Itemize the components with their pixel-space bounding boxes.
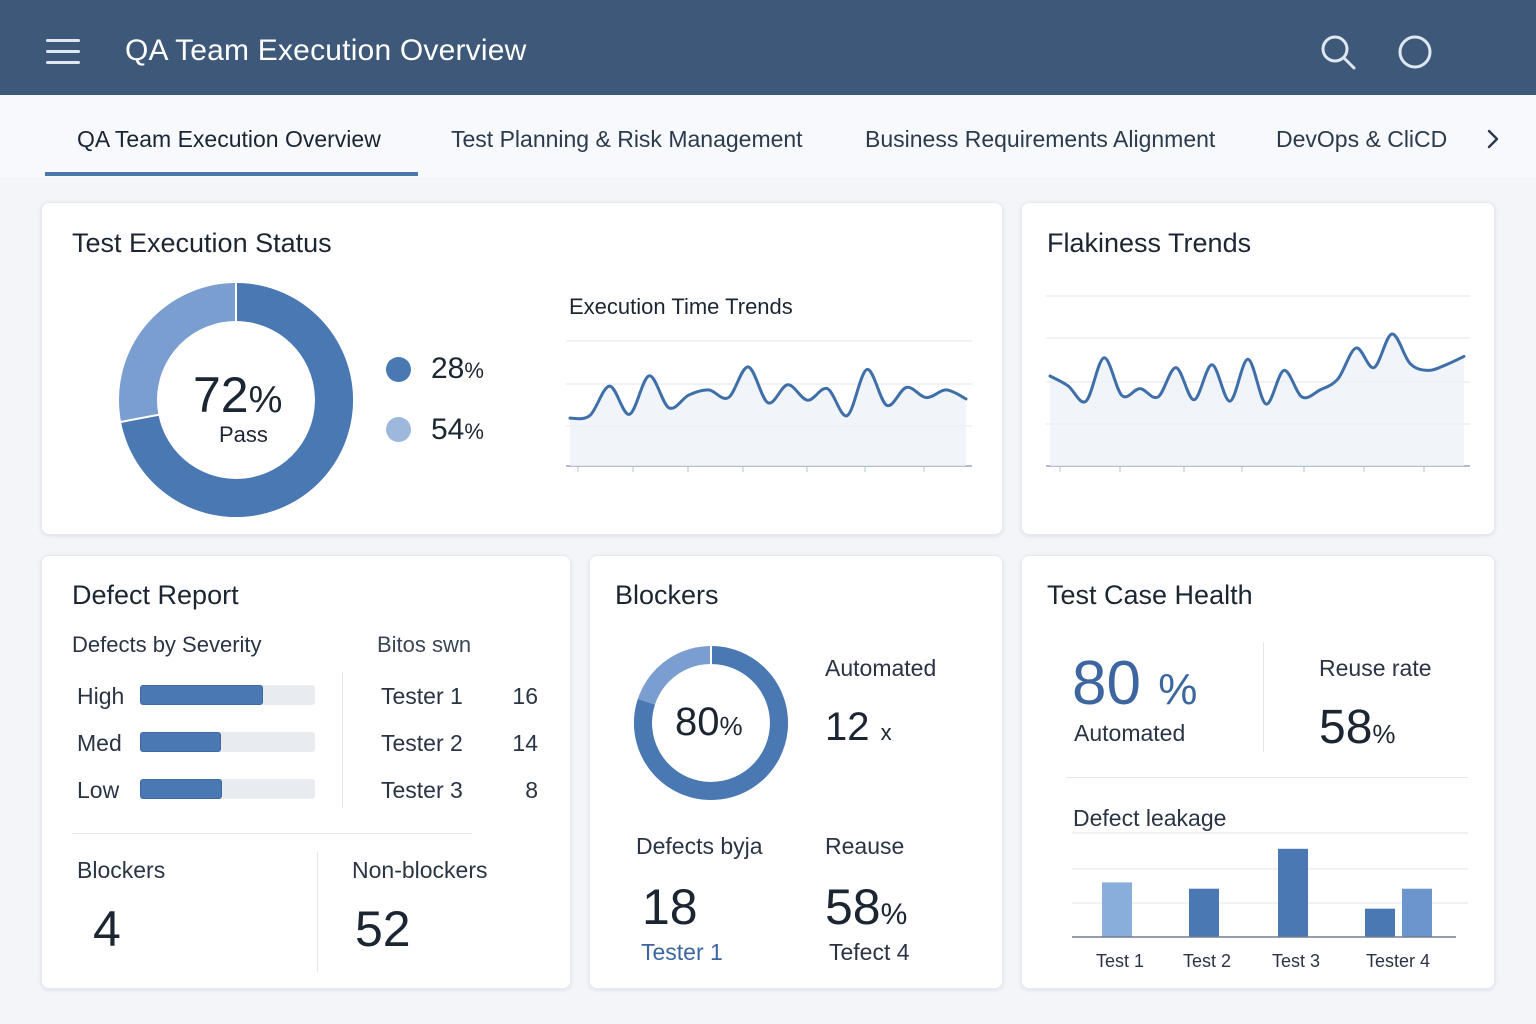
active-tab-indicator: [45, 172, 418, 176]
tester-count: 14: [512, 730, 538, 756]
severity-label: Low: [77, 777, 120, 803]
reause-value: 58%: [825, 879, 908, 935]
tester-count: 16: [512, 683, 538, 709]
card-title: Test Case Health: [1047, 580, 1253, 610]
user-circle-icon[interactable]: [1395, 32, 1435, 72]
automated-percent: 80 %: [1072, 649, 1198, 718]
pass-label: Pass: [219, 422, 268, 447]
tester-name: Tester 2: [381, 730, 463, 756]
legend-dot: [386, 357, 411, 382]
legend-value: 54%: [431, 413, 484, 446]
defects-value: 18: [642, 879, 698, 935]
tab-devops[interactable]: DevOps & CliCD: [1276, 126, 1447, 153]
card-title: Test Execution Status: [72, 228, 332, 258]
legend-value: 28%: [431, 352, 484, 385]
severity-bar-track: [140, 732, 315, 752]
nonblockers-value: 52: [355, 901, 411, 957]
nonblockers-label: Non-blockers: [352, 857, 488, 883]
severity-label: High: [77, 683, 125, 709]
tester-name: Tester 1: [381, 683, 463, 709]
severity-label: Med: [77, 730, 122, 756]
execution-time-trends-title: Execution Time Trends: [569, 294, 793, 319]
reuse-label: Reuse rate: [1319, 655, 1432, 681]
automated-value: 12 x: [825, 705, 892, 749]
divider: [1263, 642, 1264, 752]
x-tick-label: Test 2: [1183, 951, 1231, 971]
pass-percent: 72%: [193, 367, 283, 423]
x-tick-label: Test 3: [1272, 951, 1320, 971]
ring-percent: 80%: [675, 700, 743, 744]
flakiness-trends-chart: [1046, 295, 1470, 472]
tab-qa-team-execution-overview[interactable]: QA Team Execution Overview: [77, 126, 381, 153]
bar: [1278, 848, 1308, 937]
defect-leakage-chart: Test 1 Test 2 Test 3 Tester 4: [1072, 832, 1468, 971]
series-area: [1050, 333, 1464, 466]
tester-count: 8: [525, 777, 538, 803]
reause-sub: Tefect 4: [829, 939, 910, 965]
search-icon[interactable]: [1318, 32, 1358, 72]
blockers-label: Blockers: [77, 857, 166, 883]
tab-test-planning[interactable]: Test Planning & Risk Management: [451, 126, 803, 153]
top-bar: QA Team Execution Overview: [0, 0, 1536, 95]
bar: [1402, 888, 1432, 937]
chevron-right-icon[interactable]: [1480, 122, 1508, 156]
divider: [342, 672, 343, 808]
tab-business-requirements[interactable]: Business Requirements Alignment: [865, 126, 1215, 153]
severity-bar-high: [140, 685, 263, 705]
reause-label: Reause: [825, 833, 905, 859]
execution-time-trends-chart: [566, 340, 972, 472]
severity-bar-low: [140, 779, 223, 799]
severity-bar-track: [140, 779, 315, 799]
x-tick-label: Tester 4: [1366, 951, 1430, 971]
defects-sub: Tester 1: [641, 939, 723, 965]
bar: [1365, 908, 1395, 937]
severity-bar-track: [140, 685, 315, 705]
tester-name: Tester 3: [381, 777, 463, 803]
blockers-value: 4: [93, 901, 121, 957]
x-tick-label: Test 1: [1096, 951, 1144, 971]
card-title: Blockers: [615, 580, 719, 610]
bar: [1189, 888, 1219, 937]
divider: [317, 852, 318, 972]
severity-title: Defects by Severity: [72, 632, 262, 657]
series-area: [570, 366, 966, 466]
severity-bar-med: [140, 732, 221, 752]
divider: [72, 833, 472, 834]
defects-label: Defects byja: [636, 833, 763, 859]
card-title: Flakiness Trends: [1047, 228, 1252, 258]
legend-dot: [386, 417, 411, 442]
bar: [1102, 882, 1132, 937]
automated-label: Automated: [1074, 720, 1186, 746]
reuse-value: 58%: [1319, 701, 1396, 754]
app-title: QA Team Execution Overview: [125, 34, 527, 67]
testers-title: Bitos swn: [377, 632, 472, 657]
automated-label: Automated: [825, 655, 937, 681]
card-title: Defect Report: [72, 580, 239, 610]
divider: [1066, 777, 1468, 778]
defect-leakage-title: Defect leakage: [1073, 805, 1227, 831]
menu-icon[interactable]: [46, 38, 80, 66]
